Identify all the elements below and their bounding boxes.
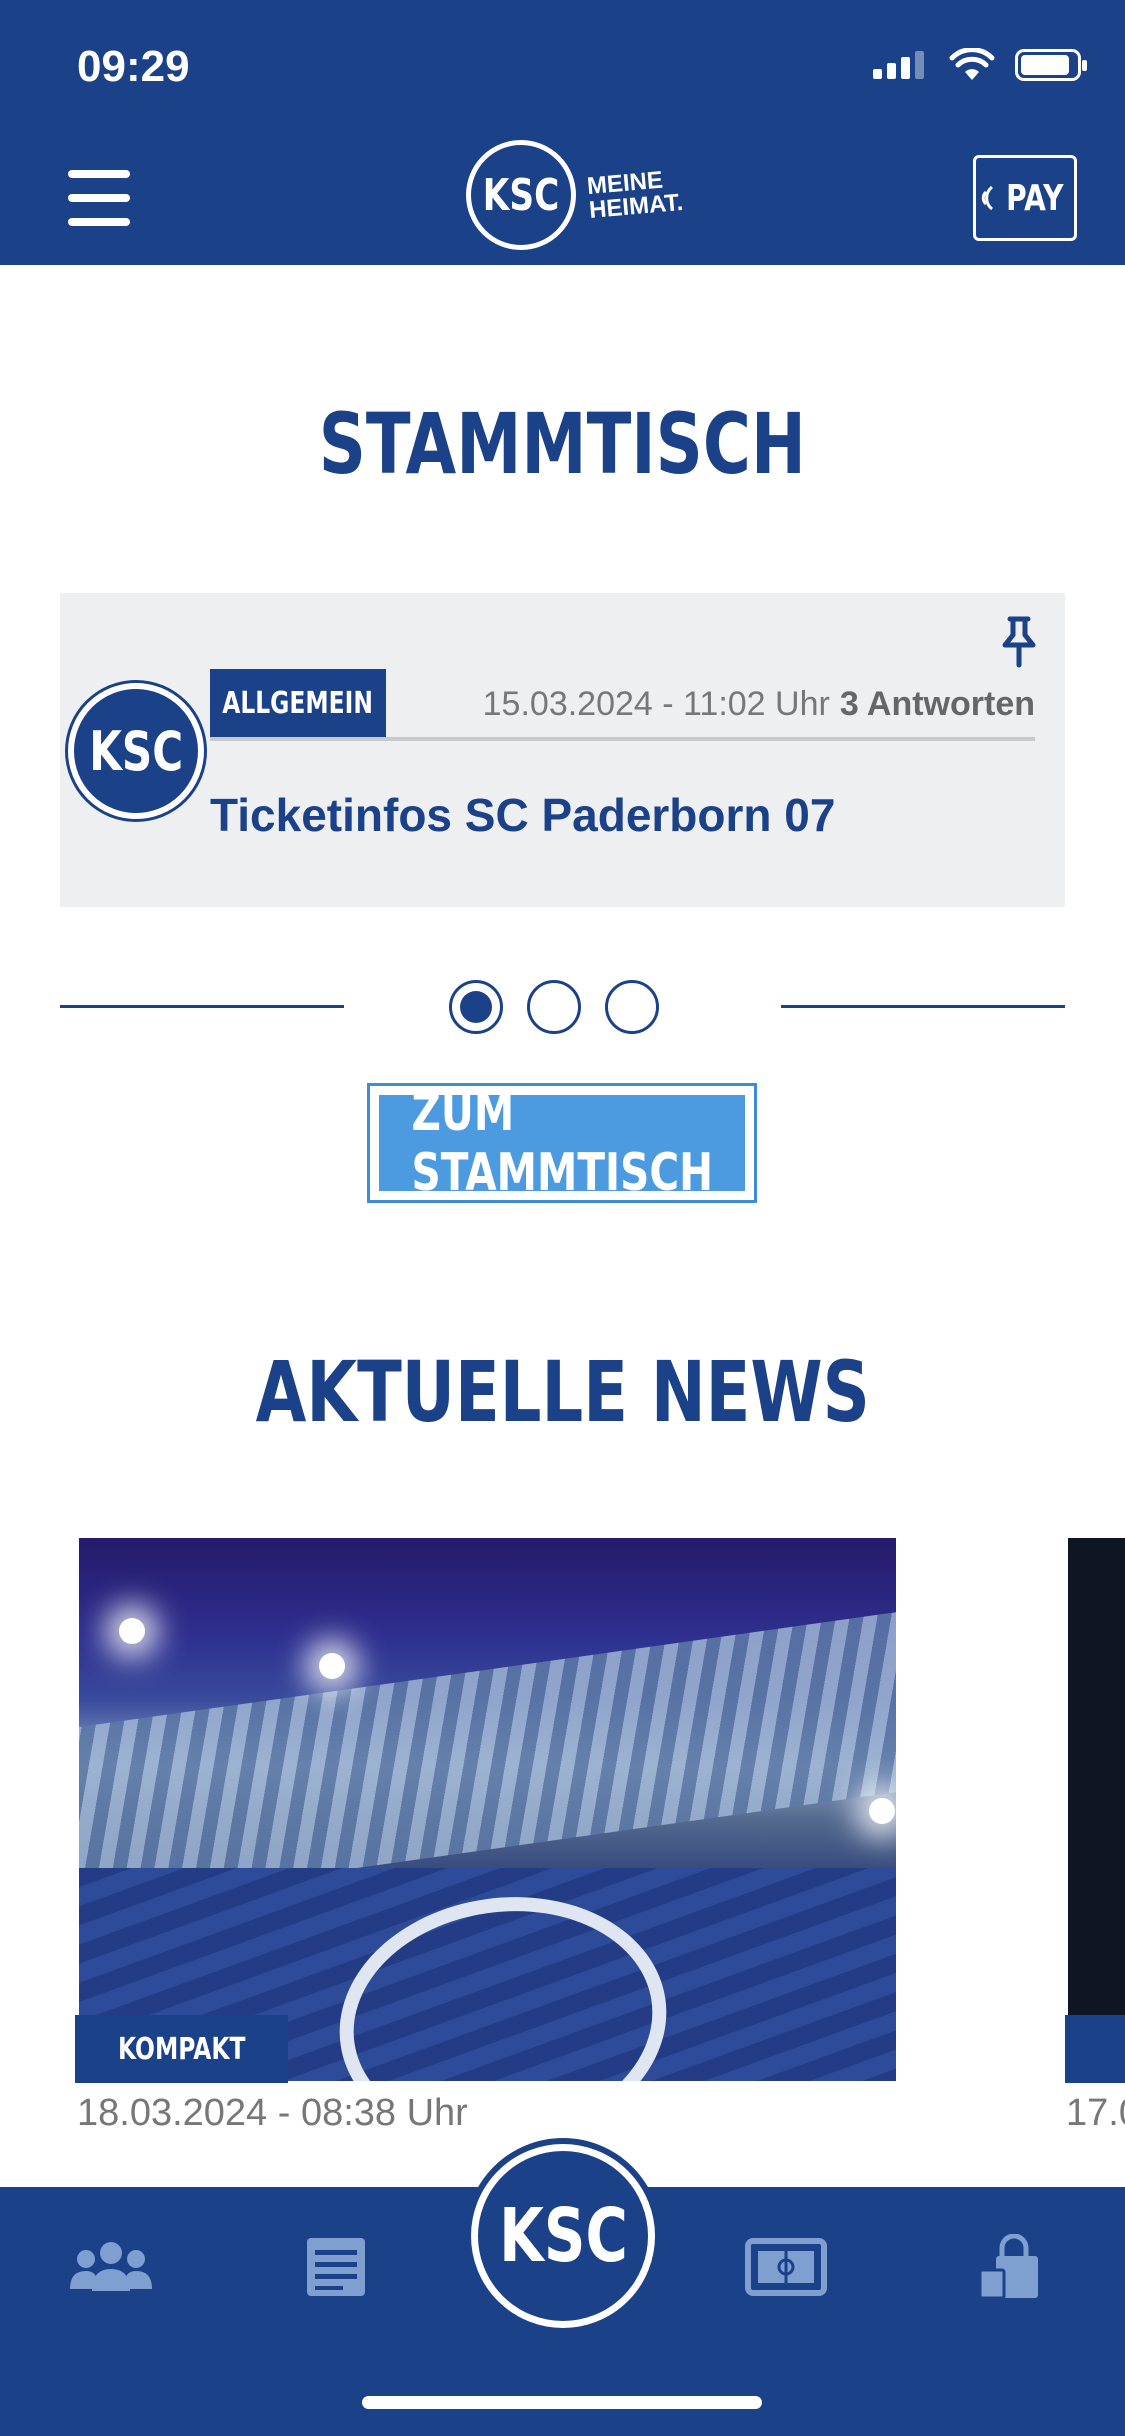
zum-stammtisch-button[interactable]: ZUM STAMMTISCH (367, 1083, 757, 1203)
pager-dot-3[interactable] (605, 980, 659, 1034)
pager-dot-2[interactable] (527, 980, 581, 1034)
news-image-next[interactable] (1068, 1538, 1125, 2081)
contactless-icon (982, 185, 994, 211)
hamburger-icon-line (68, 194, 130, 202)
post-title[interactable]: Ticketinfos SC Paderborn 07 (210, 788, 835, 842)
floodlight (319, 1653, 345, 1679)
news-heading: AKTUELLE NEWS (0, 1343, 1125, 1441)
news-category-badge-next (1065, 2015, 1125, 2083)
stammtisch-post-card[interactable]: KSC ALLGEMEIN 15.03.2024 - 11:02 Uhr 3 An… (60, 593, 1065, 907)
logo-tagline-line-2: HEIMAT. (588, 188, 685, 225)
tab-shop[interactable] (966, 2232, 1056, 2302)
status-icons (873, 48, 1087, 82)
home-logo-text: KSC (498, 2193, 628, 2279)
stadium-roof (79, 1603, 896, 1913)
news-image-stadium[interactable] (79, 1538, 896, 2081)
home-indicator (362, 2396, 762, 2409)
pager-divider-left (60, 1005, 344, 1008)
pay-button[interactable]: PAY (973, 155, 1077, 241)
app-header: 09:29 KSC MEINE HEIMAT. PAY (0, 0, 1125, 265)
stammtisch-heading: STAMMTISCH (0, 395, 1125, 493)
stadium-icon (745, 2238, 827, 2296)
menu-button[interactable] (68, 170, 130, 226)
avatar-text: KSC (89, 719, 183, 783)
zum-stammtisch-button-inner: ZUM STAMMTISCH (379, 1083, 745, 1203)
ksc-logo[interactable]: KSC MEINE HEIMAT. (466, 140, 685, 250)
carousel-pager (449, 980, 659, 1034)
floodlight (119, 1618, 145, 1644)
floodlight (869, 1798, 895, 1824)
community-icon (70, 2242, 152, 2291)
pager-dot-1[interactable] (449, 980, 503, 1034)
card-divider (210, 737, 1035, 741)
logo-text: KSC (482, 169, 560, 221)
post-date: 15.03.2024 - 11:02 Uhr (482, 685, 830, 723)
category-badge: ALLGEMEIN (210, 669, 386, 737)
tab-community[interactable] (66, 2232, 156, 2302)
news-date-next: 17.0 (1066, 2092, 1125, 2134)
news-title-text: AKTUELLE NEWS (255, 1343, 870, 1441)
zum-stammtisch-label: ZUM STAMMTISCH (411, 1083, 713, 1203)
tab-match[interactable] (741, 2232, 831, 2302)
logo-tagline: MEINE HEIMAT. (586, 167, 685, 225)
shop-icon (978, 2234, 1038, 2300)
post-meta: 15.03.2024 - 11:02 Uhr 3 Antworten (483, 685, 1035, 724)
post-avatar: KSC (68, 683, 204, 819)
pager-divider-right (781, 1005, 1065, 1008)
news-category-label: KOMPAKT (117, 2031, 246, 2067)
pin-icon (1002, 616, 1036, 668)
hamburger-icon-line (68, 218, 130, 226)
stammtisch-title-text: STAMMTISCH (318, 395, 807, 493)
battery-icon (1015, 49, 1087, 81)
wifi-icon (949, 48, 995, 80)
status-time: 09:29 (77, 42, 190, 91)
tab-news[interactable] (291, 2232, 381, 2302)
post-replies: 3 Antworten (839, 685, 1035, 723)
news-icon (307, 2238, 365, 2296)
ksc-logo-emblem: KSC (466, 140, 576, 250)
category-label: ALLGEMEIN (222, 685, 374, 721)
cellular-signal-icon (873, 51, 929, 79)
news-category-badge: KOMPAKT (75, 2015, 288, 2083)
pay-label: PAY (1006, 177, 1064, 219)
hamburger-icon-line (68, 170, 130, 178)
news-date: 18.03.2024 - 08:38 Uhr (77, 2092, 468, 2134)
tab-home[interactable]: KSC (471, 2144, 655, 2328)
